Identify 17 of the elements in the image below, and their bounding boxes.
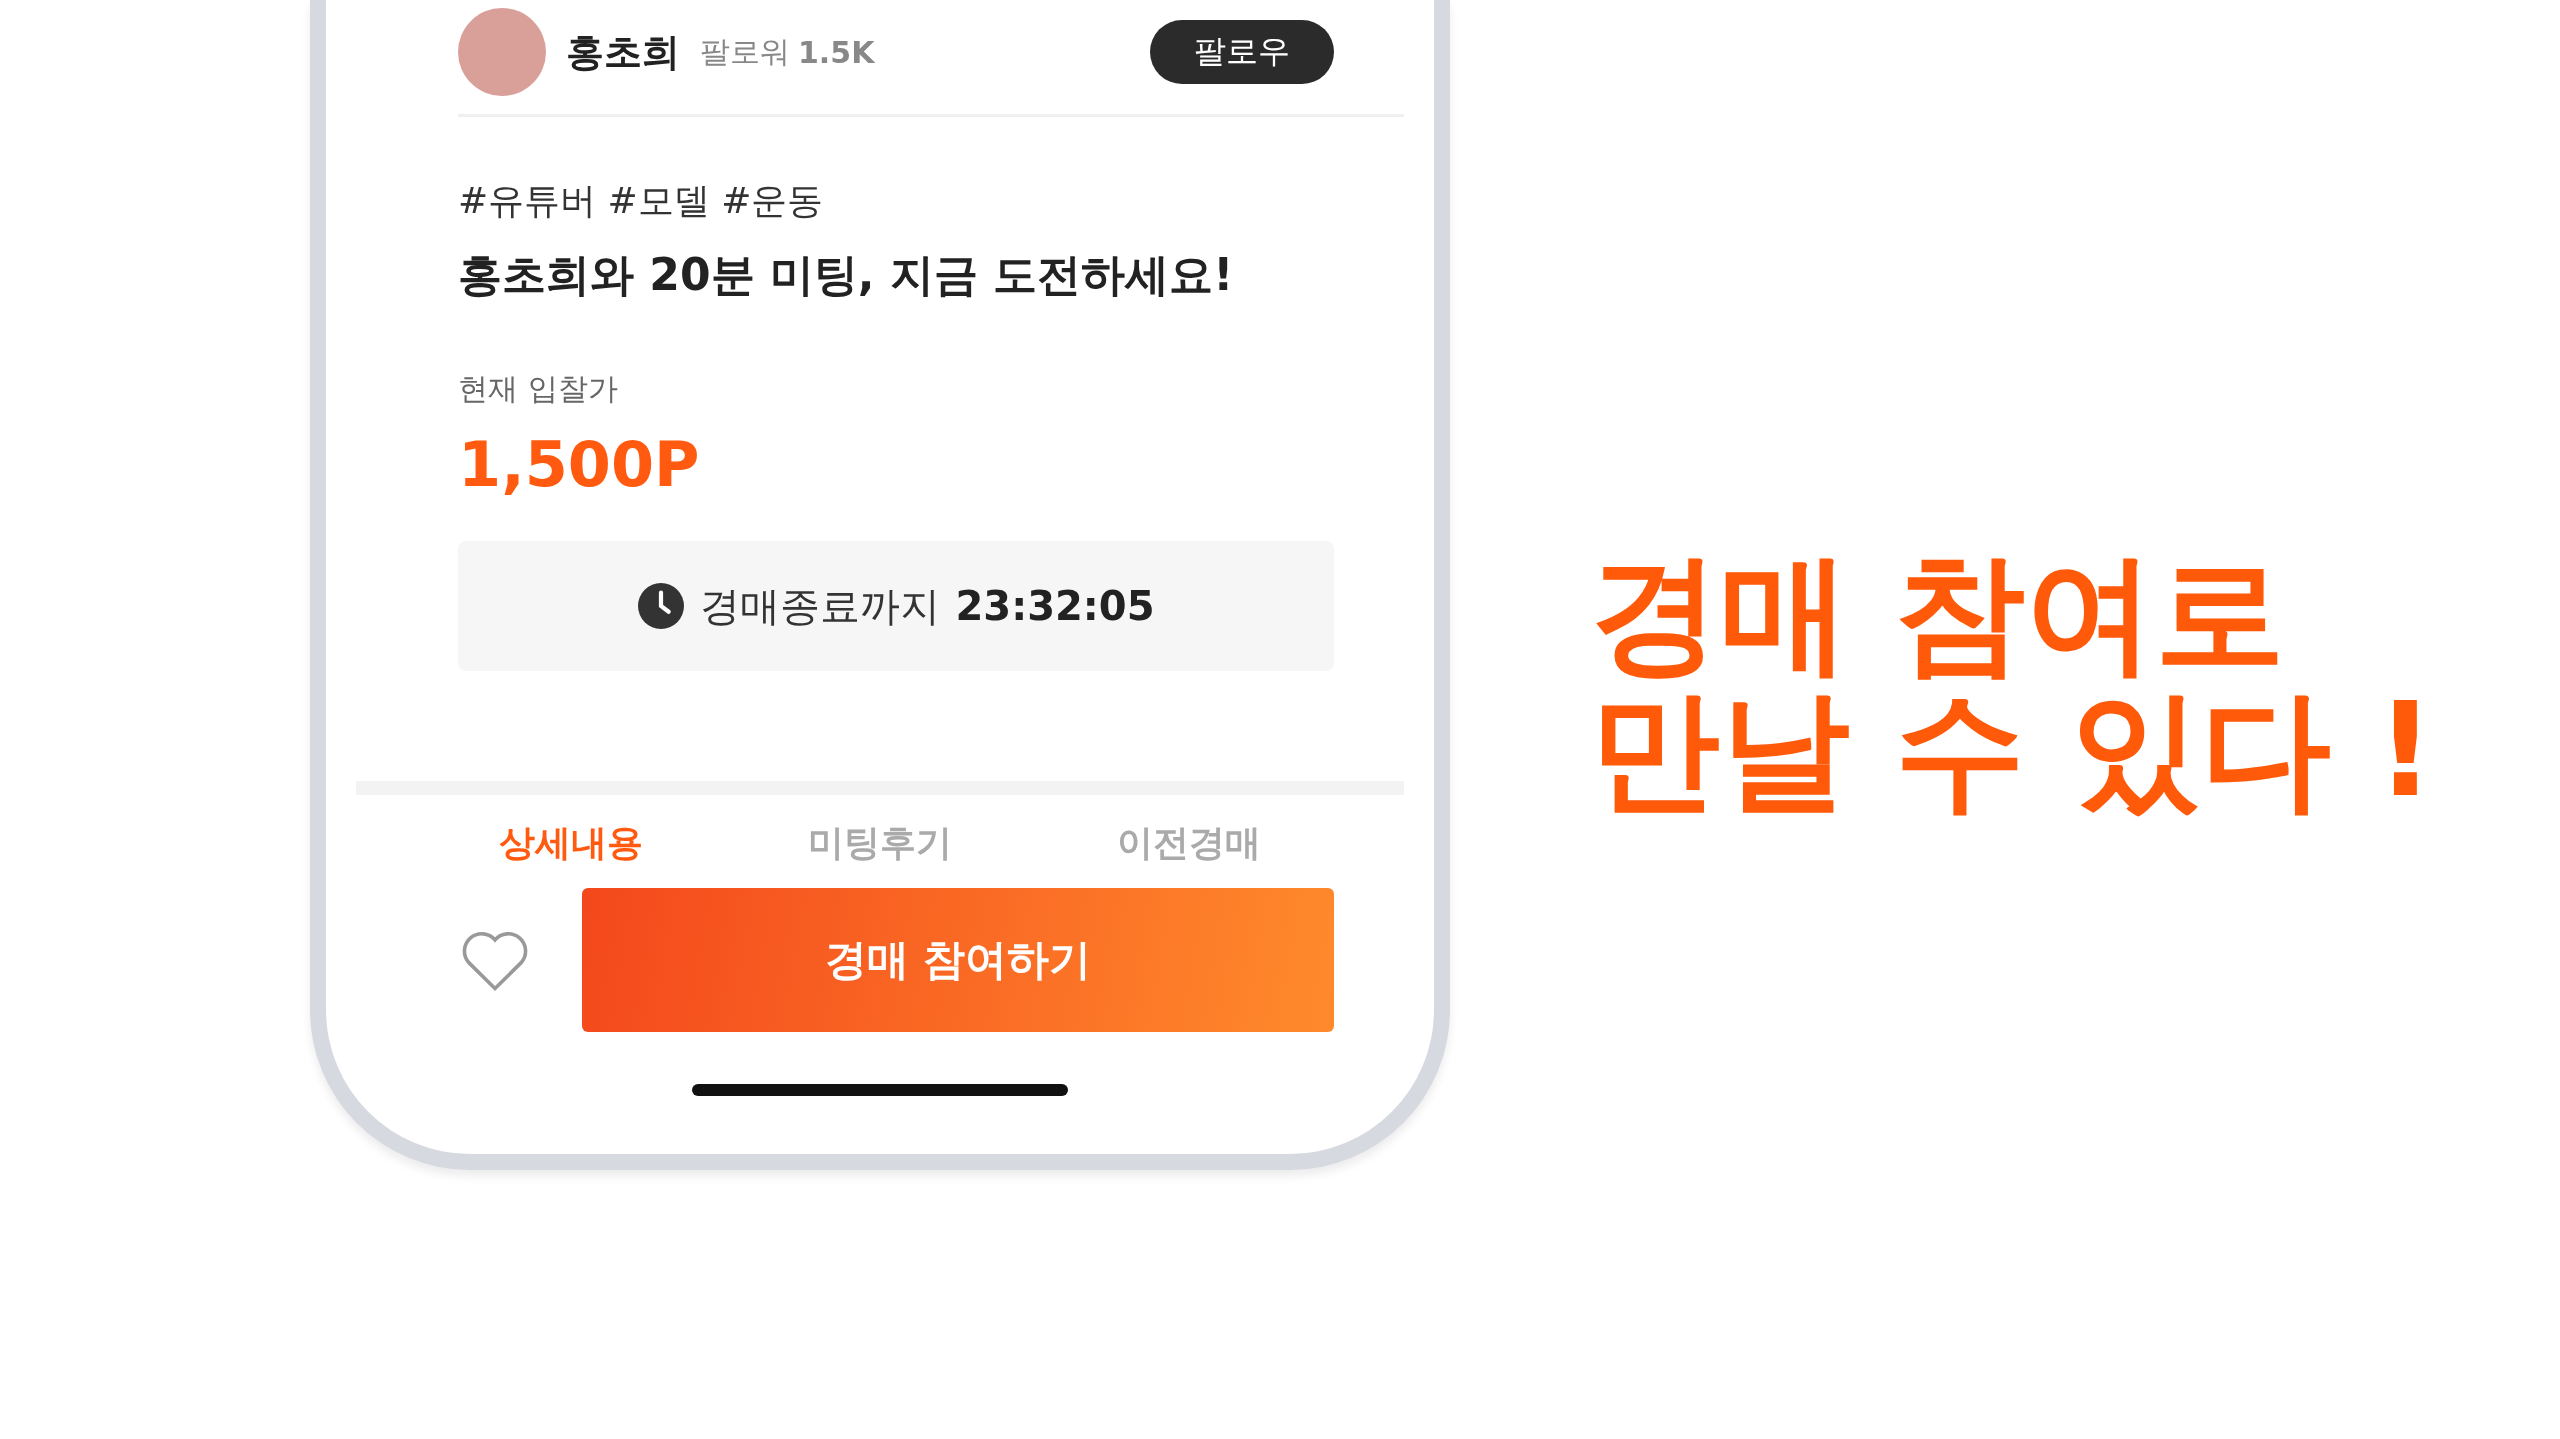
timer-value: 23:32:05 [955,583,1155,629]
tab[interactable]: 미팅후기 [808,819,952,868]
timer-label: 경매종료까지 [699,581,940,631]
tab[interactable]: 이전경매 [1117,819,1262,868]
tab[interactable]: 상세내용 [498,819,643,868]
followers-label: 팔로워 [700,32,790,71]
meeting-title: 홍초희와 20분 미팅, 지금 도전하세요! [458,248,1235,302]
followers-count: 1.5K [798,34,875,70]
creator-name: 홍초희 [566,28,680,76]
join-auction-button[interactable]: 경매 참여하기 [582,888,1334,1032]
bid-price: 1,500P [458,428,701,501]
headline-text: 경매 참여로 [1590,545,2287,682]
clock-icon [637,583,684,629]
bid-label: 현재 입찰가 [458,370,619,408]
hashtags: #유튜버 #모델 #운동 [458,179,825,223]
follow-button[interactable]: 팔로우 [1150,20,1334,84]
headline-text: 만날 수 있다 ! [1590,681,2436,818]
